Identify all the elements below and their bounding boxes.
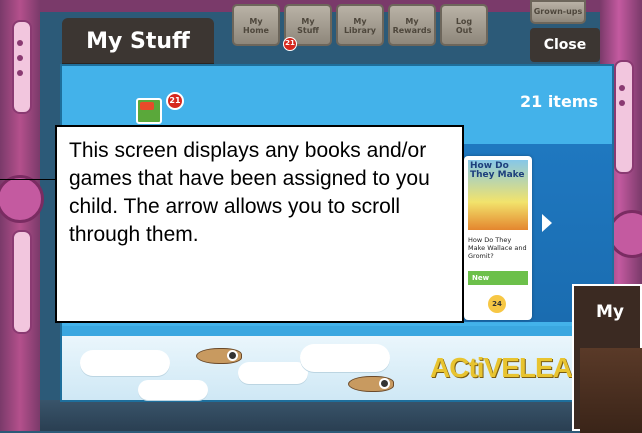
book-card[interactable]: How Do They Make How Do They Make Wallac…	[464, 156, 532, 320]
left-decor-panel	[0, 0, 44, 431]
book-cover-title: How Do They Make	[470, 161, 525, 180]
book-cover-image: How Do They Make	[468, 160, 528, 230]
nav-my-rewards-button[interactable]: My Rewards	[388, 4, 436, 46]
bottom-ground	[40, 400, 600, 431]
new-status-tag: New	[468, 271, 528, 285]
grown-ups-button[interactable]: Grown-ups	[530, 0, 586, 24]
items-count: 21 items	[519, 92, 598, 111]
preview-title: My	[596, 302, 624, 322]
cloud	[80, 350, 170, 376]
close-button[interactable]: Close	[530, 28, 600, 62]
annotation-callout: This screen displays any books and/or ga…	[55, 125, 464, 323]
left-pipe	[12, 20, 32, 114]
fish-icon	[196, 348, 242, 364]
next-screen-preview: My	[572, 284, 642, 433]
fish-icon	[348, 376, 394, 392]
activelearn-logo: ACtiVELEAn	[430, 352, 589, 383]
decor-dot	[619, 100, 625, 106]
decor-dot	[619, 85, 625, 91]
my-stuff-box-icon	[136, 98, 162, 124]
fish-eye	[227, 350, 238, 361]
nav-my-home-button[interactable]: My Home	[232, 4, 280, 46]
decor-dot	[17, 40, 23, 46]
cloud	[300, 344, 390, 372]
scroll-right-arrow-icon[interactable]	[542, 214, 552, 232]
left-gear	[0, 175, 44, 223]
cloud	[138, 380, 208, 400]
fish-eye	[379, 378, 390, 389]
cloud	[238, 362, 308, 384]
callout-pointer-line	[0, 179, 56, 180]
nav-my-library-button[interactable]: My Library	[336, 4, 384, 46]
decor-dot	[17, 55, 23, 61]
page-title: My Stuff	[62, 18, 214, 66]
book-title: How Do They Make Wallace and Gromit?	[468, 236, 527, 260]
preview-body	[580, 348, 642, 433]
my-stuff-count-badge: 21	[283, 37, 297, 51]
stuff-count-badge: 21	[166, 92, 184, 110]
nav-log-out-button[interactable]: Log Out	[440, 4, 488, 46]
decor-dot	[17, 70, 23, 76]
right-pipe	[614, 60, 634, 174]
left-pipe-lower	[12, 230, 32, 334]
book-points-badge: 24	[488, 295, 506, 313]
right-gear	[608, 210, 642, 258]
